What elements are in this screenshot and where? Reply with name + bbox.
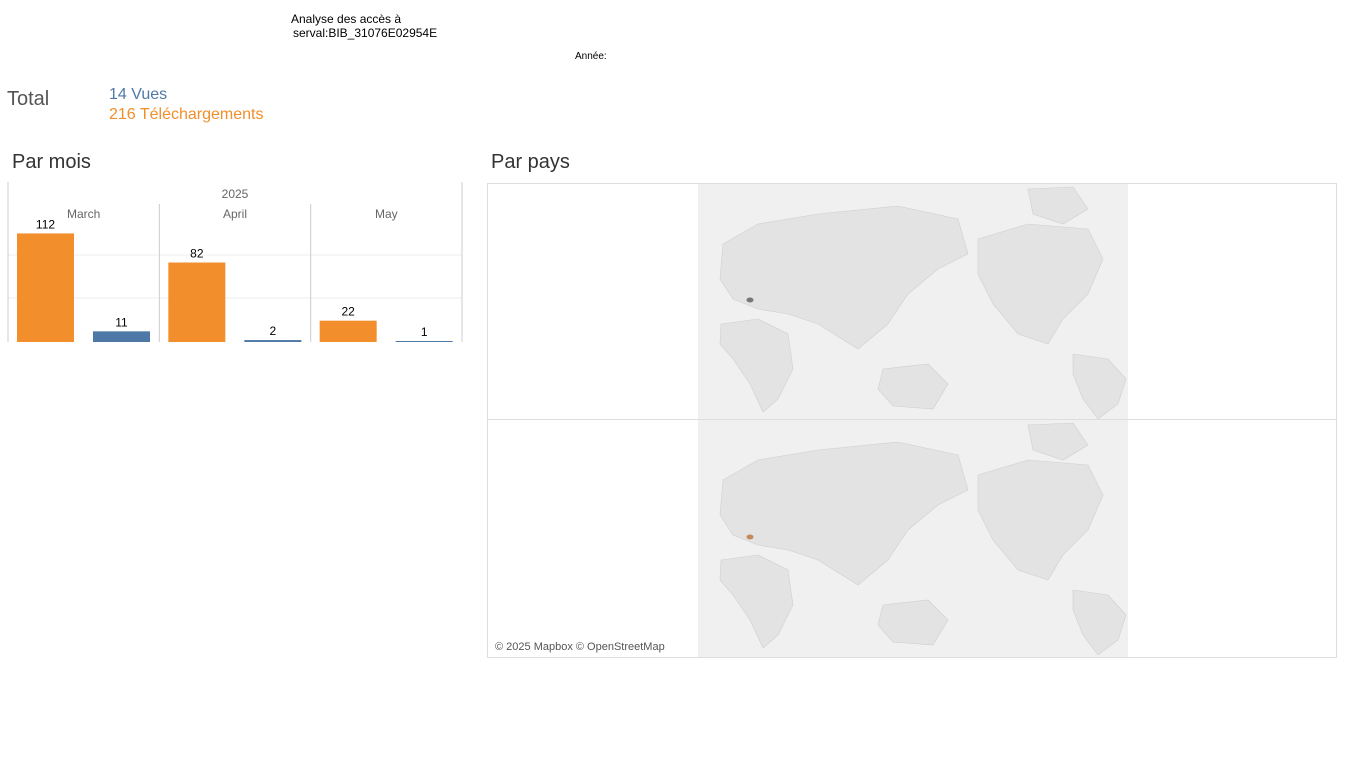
bar-downloads [168,262,226,342]
page-title: Analyse des accès à serval:BIB_31076E029… [291,12,437,40]
bar-value-label: 1 [421,325,428,339]
year-filter-label[interactable]: Année: [575,51,607,62]
year-label: 2025 [222,187,249,201]
title-line-2: serval:BIB_31076E02954E [293,26,438,40]
bar-downloads [319,320,377,342]
bar-views [93,331,150,342]
title-line-1: Analyse des accès à [291,12,402,26]
bar-value-label: 2 [269,324,276,338]
world-map-views [698,184,1128,419]
world-map-downloads [698,420,1128,657]
total-label: Total [7,88,50,110]
month-label: March [67,207,100,221]
bar-views [244,340,302,342]
total-views: 14 Vues [109,86,168,103]
bar-value-label: 82 [190,247,204,261]
bar-downloads [17,233,74,342]
monthly-bar-chart[interactable]: 2025 March 112 11 April 82 2 May 22 1 [0,180,470,350]
highlight-switzerland[interactable] [746,297,754,303]
month-label: April [223,207,247,221]
section-title-by-month: Par mois [12,151,91,173]
map-views[interactable] [487,183,1337,420]
month-label: May [375,207,398,221]
bar-value-label: 22 [341,305,355,319]
bar-value-label: 112 [36,217,55,231]
map-attribution: © 2025 Mapbox © OpenStreetMap [495,641,665,653]
bar-value-label: 11 [115,315,128,329]
map-downloads[interactable] [487,419,1337,658]
bar-views [395,341,453,342]
highlight-switzerland[interactable] [746,534,754,540]
dashboard: Analyse des accès à serval:BIB_31076E029… [0,0,1366,768]
total-downloads: 216 Téléchargements [109,106,264,123]
section-title-by-country: Par pays [491,151,570,173]
